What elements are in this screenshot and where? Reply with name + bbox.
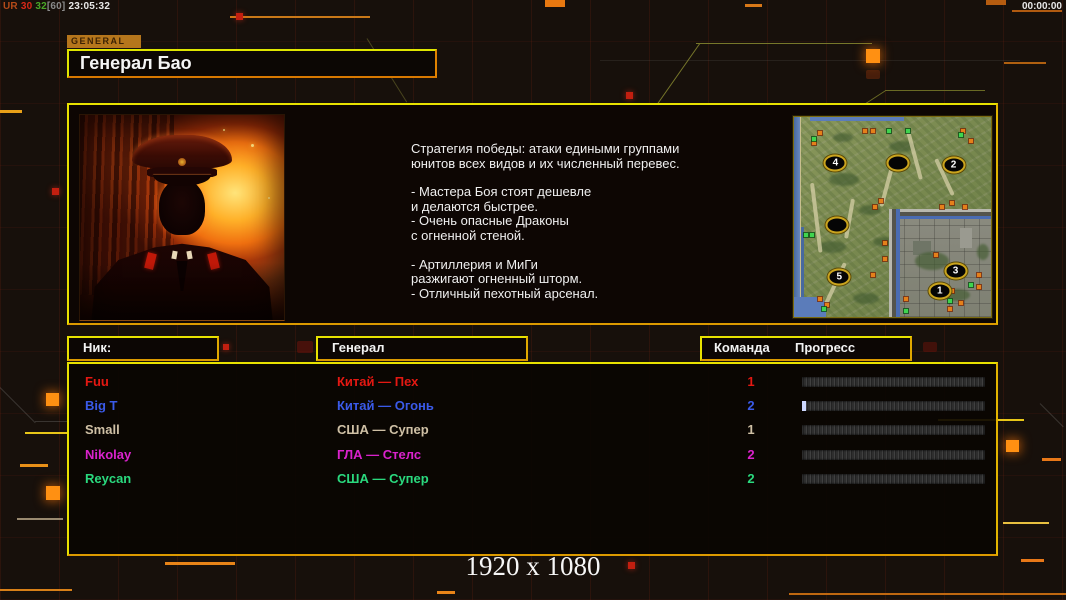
player-team: 2: [747, 470, 755, 486]
player-team: 2: [747, 446, 755, 462]
header-nick: Ник:: [67, 336, 219, 361]
minimap-supply-dot: [862, 129, 867, 133]
minimap-marker: 1: [928, 282, 952, 300]
status-value-red: 30: [20, 1, 33, 12]
minimap-supply-dot: [963, 205, 968, 209]
general-tab: GENERAL: [67, 35, 141, 48]
player-progress-bar: [802, 401, 985, 412]
minimap-supply-dot: [947, 307, 952, 311]
status-value-cap: [60]: [46, 1, 66, 12]
minimap-supply-dot: [870, 129, 875, 133]
minimap-tech-dot: [959, 133, 964, 137]
minimap: 4 2 5 3 1: [792, 115, 993, 319]
description-paragraph: - Мастера Боя стоят дешевле и делаются б…: [411, 184, 592, 243]
minimap-supply-dot: [969, 139, 974, 143]
status-ur-label: UR: [3, 1, 18, 12]
player-general: Китай — Огонь: [337, 398, 434, 414]
minimap-supply-dot: [882, 241, 887, 245]
minimap-marker: 3: [944, 262, 968, 280]
minimap-supply-dot: [811, 141, 816, 145]
header-team-progress: Команда Прогресс: [700, 336, 912, 361]
minimap-tech-dot: [809, 233, 814, 237]
status-value-green: 32: [35, 1, 47, 12]
player-progress-bar: [802, 449, 985, 460]
header-team: Команда: [714, 340, 770, 355]
minimap-highway: [888, 209, 900, 317]
header-progress: Прогресс: [795, 340, 856, 355]
minimap-water: [794, 117, 801, 317]
player-general: Китай — Пех: [337, 374, 419, 389]
minimap-supply-dot: [870, 273, 875, 277]
match-timer: 00:00:00: [1021, 1, 1062, 12]
minimap-tech-dot: [969, 283, 974, 287]
player-general: ГЛА — Стелс: [337, 446, 422, 462]
player-progress-bar: [802, 377, 985, 387]
player-name: Reycan: [85, 470, 132, 486]
minimap-supply-dot: [825, 303, 830, 307]
minimap-supply-dot: [817, 297, 822, 301]
player-name: Fuu: [85, 374, 109, 389]
general-portrait: [79, 114, 285, 321]
minimap-tech-dot: [906, 129, 911, 133]
minimap-marker: [886, 154, 910, 172]
player-row: Big T Китай — Огонь 2: [71, 394, 994, 418]
status-clock: 23:05:32: [68, 1, 111, 12]
player-name: Big T: [85, 398, 118, 414]
minimap-supply-dot: [882, 257, 887, 261]
player-name: Small: [85, 422, 120, 438]
strategy-description: Стратегия победы: атаки едиными группами…: [411, 141, 726, 315]
player-row: Fuu Китай — Пех 1: [71, 370, 994, 394]
minimap-tech-dot: [947, 299, 952, 303]
resolution-label: 1920 x 1080: [465, 551, 601, 581]
minimap-tech-dot: [821, 307, 826, 311]
player-table-panel: Fuu Китай — Пех 1 Big T Китай — Огонь 2 …: [67, 362, 998, 556]
minimap-supply-dot: [872, 205, 877, 209]
header-general: Генерал: [316, 336, 528, 361]
player-team: 2: [747, 398, 755, 414]
general-info-panel: Стратегия победы: атаки едиными группами…: [67, 103, 998, 325]
status-bar: UR 30 32[60] 23:05:32: [3, 1, 110, 12]
minimap-supply-dot: [977, 273, 982, 277]
minimap-marker: 2: [942, 156, 966, 174]
player-team: 1: [747, 422, 755, 438]
minimap-tech-dot: [904, 309, 909, 313]
minimap-supply-dot: [949, 201, 954, 205]
minimap-marker: 4: [823, 154, 847, 172]
player-team: 1: [747, 374, 755, 389]
minimap-supply-dot: [817, 131, 822, 135]
minimap-supply-dot: [939, 205, 944, 209]
minimap-highway: [888, 209, 991, 219]
minimap-tech-dot: [803, 233, 808, 237]
minimap-tech-dot: [811, 137, 816, 141]
player-general: США — Супер: [337, 422, 429, 438]
page-title: Генерал Бао: [80, 53, 192, 73]
player-name: Nikolay: [85, 446, 132, 462]
minimap-marker: 5: [827, 268, 851, 286]
description-paragraph: - Артиллерия и МиГи разжигают огненный ш…: [411, 256, 599, 301]
player-general: США — Супер: [337, 470, 429, 486]
description-paragraph: Стратегия победы: атаки едиными группами…: [411, 141, 680, 171]
title-box: Генерал Бао: [67, 49, 437, 78]
minimap-supply-dot: [977, 285, 982, 289]
player-row: Nikolay ГЛА — Стелс 2: [71, 443, 994, 467]
player-row: Small США — Супер 1: [71, 418, 994, 442]
player-row: Reycan США — Супер 2: [71, 467, 994, 491]
minimap-marker: [825, 216, 849, 234]
minimap-supply-dot: [933, 253, 938, 257]
minimap-supply-dot: [878, 199, 883, 203]
player-progress-bar: [802, 473, 985, 484]
minimap-tech-dot: [886, 129, 891, 133]
minimap-supply-dot: [904, 297, 909, 301]
minimap-supply-dot: [959, 301, 964, 305]
player-progress-bar: [802, 425, 985, 436]
